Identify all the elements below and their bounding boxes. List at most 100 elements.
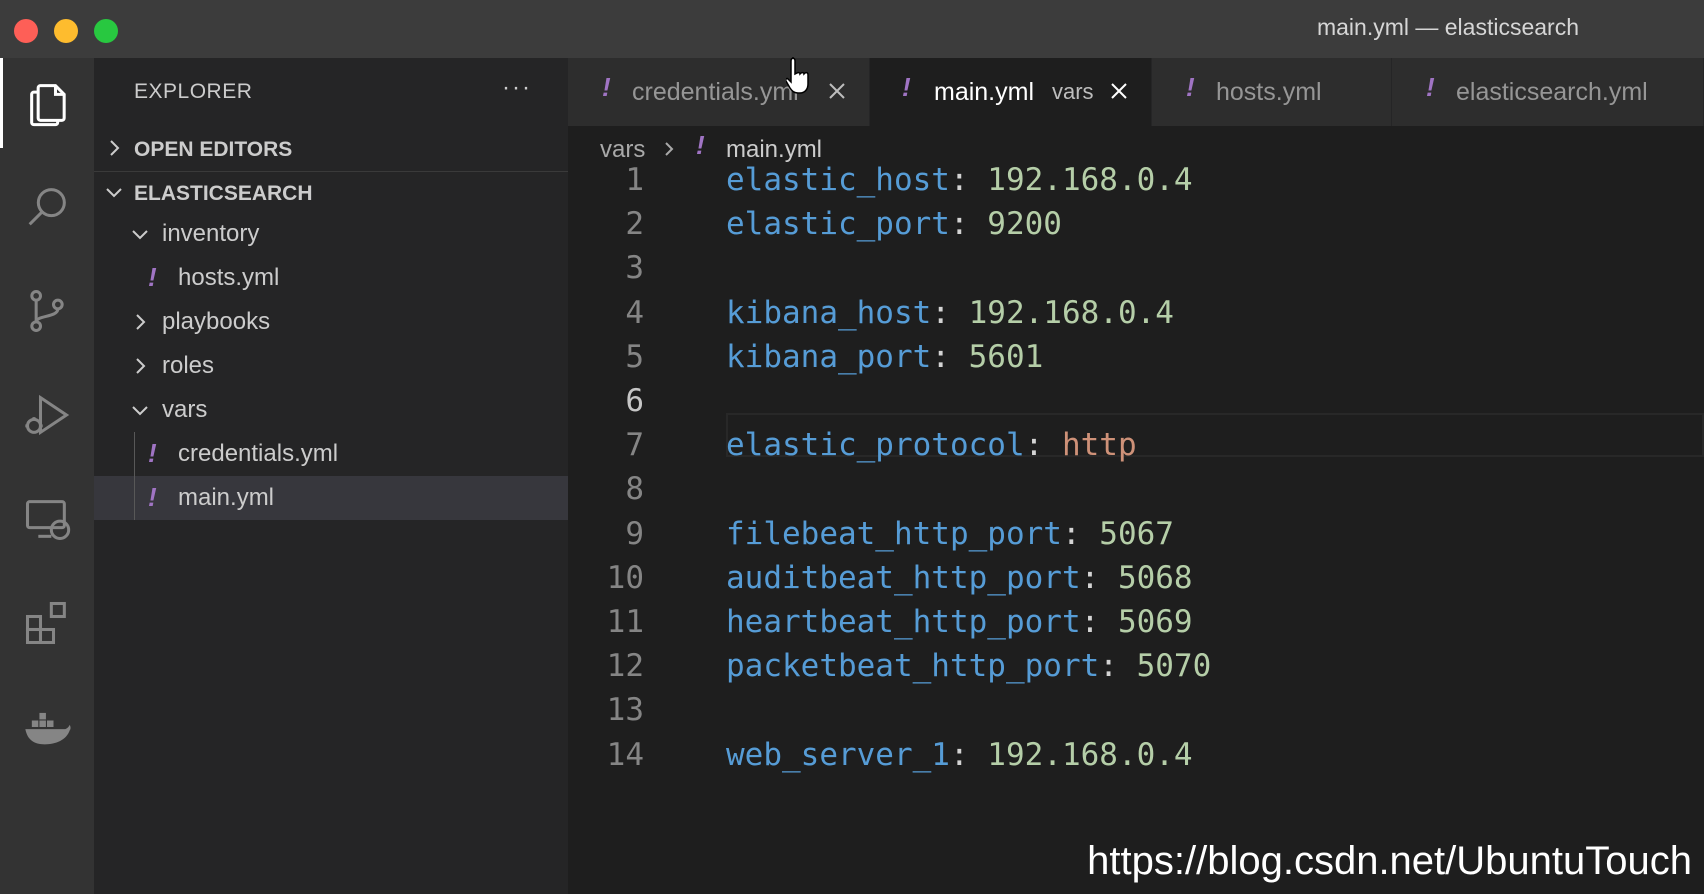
tree-folder-roles[interactable]: roles [94,344,568,388]
yaml-value: 5601 [968,339,1044,375]
code-line[interactable]: 11 heartbeat_http_port: 5069 [568,598,1704,646]
workspace-section[interactable]: ELASTICSEARCH [94,172,568,216]
yaml-colon: : [1080,604,1118,640]
tree-item-label: hosts.yml [178,264,280,291]
extensions-icon [25,601,66,645]
run-debug-activity[interactable] [0,370,94,460]
remote-explorer-activity[interactable] [0,474,94,564]
chevron-down-icon [132,230,148,240]
code-line[interactable]: 3 [568,244,1704,292]
yaml-key: heartbeat_http_port [726,604,1081,640]
code-line[interactable]: 13 [568,686,1704,734]
code-line[interactable]: 9 filebeat_http_port: 5067 [568,510,1704,558]
source-control-activity[interactable] [0,266,94,356]
yaml-colon: : [1061,516,1100,552]
close-window-button[interactable] [14,19,38,43]
tree-folder-inventory[interactable]: inventory [94,212,568,256]
code-text: heartbeat_http_port: 5069 [726,604,1193,640]
yaml-key: packetbeat_http_port [726,648,1100,684]
minimize-window-button[interactable] [54,19,78,43]
zoom-window-button[interactable] [94,19,118,43]
extensions-activity[interactable] [0,578,94,668]
line-number: 7 [625,427,644,463]
tab-hosts-yml[interactable]: ! hosts.yml [1152,58,1392,126]
code-text: elastic_host: 192.168.0.4 [726,162,1193,198]
line-number: 4 [625,295,644,331]
mouse-pointer-icon [786,57,809,94]
line-number: 10 [606,560,644,596]
docker-activity[interactable] [0,682,94,772]
search-activity[interactable] [0,162,94,252]
yaml-colon: : [1099,648,1137,684]
yaml-colon: : [931,295,969,331]
tab-credentials-yml[interactable]: ! credentials.yml [568,58,870,126]
tree-indent-guide [134,432,135,520]
code-line[interactable]: 1 elastic_host: 192.168.0.4 [568,156,1704,204]
code-line[interactable]: 6 [568,377,1704,425]
yaml-key: filebeat_http_port [726,516,1062,552]
yaml-value: 192.168.0.4 [968,295,1174,331]
url-watermark: https://blog.csdn.net/UbuntuTouch [1087,839,1692,883]
yaml-colon: : [1024,427,1062,463]
tab-main-yml[interactable]: ! main.yml vars [870,58,1152,126]
line-number: 1 [625,162,644,198]
chevron-right-icon [136,314,146,330]
code-line[interactable]: 14 web_server_1: 192.168.0.4 [568,731,1704,779]
close-icon[interactable] [1108,80,1130,102]
yaml-file-icon: ! [148,482,157,512]
code-line[interactable]: 4 kibana_host: 192.168.0.4 [568,289,1704,337]
tree-item-label: credentials.yml [178,440,339,467]
code-text: packetbeat_http_port: 5070 [726,648,1211,684]
tree-folder-vars[interactable]: vars [94,388,568,432]
tab-label: hosts.yml [1216,78,1322,106]
tab-description: vars [1052,79,1094,104]
line-number: 12 [606,648,644,684]
yaml-value: 192.168.0.4 [987,737,1193,773]
tree-file-hosts-yml[interactable]: ! hosts.yml [94,256,568,300]
yaml-colon: : [949,162,988,198]
code-text: elastic_protocol: http [726,427,1137,463]
yaml-colon: : [1080,560,1118,596]
code-line[interactable]: 12 packetbeat_http_port: 5070 [568,642,1704,690]
docker-icon [25,712,71,745]
code-line[interactable]: 7 elastic_protocol: http [568,421,1704,469]
yaml-value: 5069 [1117,604,1193,640]
tree-file-main-yml[interactable]: ! main.yml [94,476,568,520]
line-number: 14 [606,737,644,773]
yaml-file-icon: ! [148,438,157,468]
line-number: 2 [625,206,644,242]
more-actions-icon[interactable]: ··· [502,74,532,102]
line-number: 6 [625,383,644,419]
yaml-file-icon: ! [1426,72,1435,102]
yaml-key: kibana_host [726,295,932,331]
code-text: web_server_1: 192.168.0.4 [726,737,1193,773]
tree-file-credentials-yml[interactable]: ! credentials.yml [94,432,568,476]
tab-elasticsearch-yml[interactable]: ! elasticsearch.yml [1392,58,1704,126]
line-number: 13 [606,692,644,728]
tree-item-label: inventory [162,220,260,247]
chevron-down-icon [132,406,148,416]
explorer-activity[interactable] [0,58,94,148]
section-label: OPEN EDITORS [134,138,293,161]
code-text: kibana_port: 5601 [726,339,1043,375]
chevron-down-icon [106,188,122,198]
yaml-value: 5068 [1117,560,1193,596]
code-line[interactable]: 8 [568,465,1704,513]
close-icon[interactable] [826,80,848,102]
chevron-right-icon [136,358,146,374]
code-line[interactable]: 10 auditbeat_http_port: 5068 [568,554,1704,602]
code-text: elastic_port: 9200 [726,206,1062,242]
tree-folder-playbooks[interactable]: playbooks [94,300,568,344]
yaml-value: 5067 [1099,516,1174,552]
search-icon [28,188,66,226]
code-editor[interactable]: 1 elastic_host: 192.168.0.4 2 elastic_port:… [568,162,1704,894]
section-label: ELASTICSEARCH [134,182,313,205]
code-line[interactable]: 2 elastic_port: 9200 [568,200,1704,248]
line-number: 5 [625,339,644,375]
open-editors-section[interactable]: OPEN EDITORS [94,128,568,172]
code-text: auditbeat_http_port: 5068 [726,560,1193,596]
tree-item-label: roles [162,352,215,379]
code-line[interactable]: 5 kibana_port: 5601 [568,333,1704,381]
line-number: 3 [625,250,644,286]
tab-label: main.yml [934,78,1035,106]
